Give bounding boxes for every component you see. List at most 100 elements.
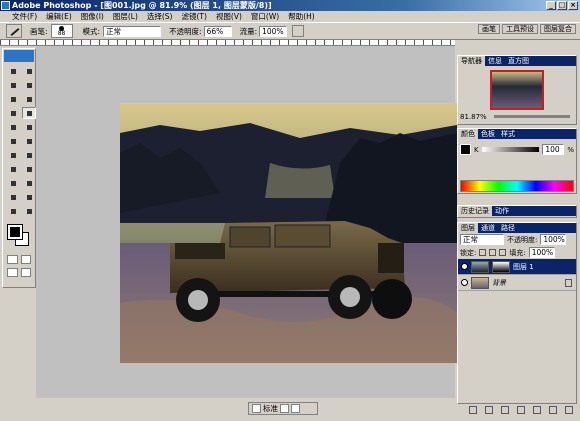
maximize-button[interactable]: □ [557, 1, 567, 10]
document-canvas[interactable] [120, 103, 457, 363]
link-layers-icon[interactable] [469, 406, 477, 414]
move-tool-icon[interactable] [22, 65, 36, 77]
screen-mode-full-icon[interactable] [20, 268, 31, 277]
layer-row[interactable]: 图层 1 [458, 259, 576, 275]
menu-select[interactable]: 选择(S) [147, 11, 173, 22]
adjustment-layer-icon[interactable] [517, 406, 525, 414]
menu-view[interactable]: 视图(V) [216, 11, 242, 22]
color-swatches [6, 223, 32, 249]
clone-stamp-tool-icon[interactable] [6, 121, 20, 133]
opacity-field[interactable]: 66% [203, 25, 232, 37]
menu-window[interactable]: 窗口(W) [251, 11, 279, 22]
shape-tool-icon[interactable] [22, 177, 36, 189]
menu-image[interactable]: 图像(I) [81, 11, 104, 22]
tab-tool-presets[interactable]: 工具预设 [502, 24, 538, 34]
menu-filter[interactable]: 滤镜(T) [182, 11, 207, 22]
tab-color[interactable]: 颜色 [458, 129, 478, 139]
new-set-icon[interactable] [533, 406, 541, 414]
path-selection-tool-icon[interactable] [6, 163, 20, 175]
history-brush-tool-icon[interactable] [22, 121, 36, 133]
brush-tool-preset-icon[interactable] [6, 24, 22, 38]
lock-label: 锁定: [460, 248, 477, 257]
hand-tool-icon[interactable] [6, 205, 20, 217]
new-layer-icon[interactable] [549, 406, 557, 414]
tab-layer-comps[interactable]: 图层复合 [540, 24, 576, 34]
trash-icon[interactable] [565, 406, 573, 414]
standard-mode-icon[interactable] [7, 255, 18, 264]
eye-icon[interactable] [461, 279, 468, 286]
notes-tool-icon[interactable] [6, 191, 20, 203]
add-mask-icon[interactable] [501, 406, 509, 414]
window-title: Adobe Photoshop - [图001.jpg @ 81.9% (图层 … [12, 1, 272, 10]
quick-mask-mode-icon[interactable] [20, 255, 31, 264]
zoom-slider[interactable] [493, 115, 570, 118]
healing-brush-tool-icon[interactable] [6, 107, 20, 119]
navigator-preview[interactable] [490, 70, 544, 110]
layer-name[interactable]: 图层 1 [513, 262, 534, 272]
tab-history[interactable]: 历史记录 [458, 206, 492, 216]
tab-swatches[interactable]: 色板 [478, 129, 498, 139]
flow-field[interactable]: 100% [259, 25, 288, 37]
airbrush-icon[interactable] [292, 25, 305, 37]
brush-picker[interactable]: 88 [50, 24, 73, 38]
menu-help[interactable]: 帮助(H) [288, 11, 315, 22]
blur-tool-icon[interactable] [6, 149, 20, 161]
navigator-zoom[interactable]: 81.87% [460, 113, 487, 121]
mode-label: 模式: [82, 26, 101, 36]
standard-screen-icon[interactable] [252, 404, 261, 413]
pen-tool-icon[interactable] [6, 177, 20, 189]
foreground-color[interactable] [7, 224, 23, 240]
toolbox-grip[interactable] [4, 50, 34, 62]
fill-field[interactable]: 100% [528, 247, 555, 258]
tab-brushes[interactable]: 画笔 [478, 24, 500, 34]
blend-mode-select[interactable]: 正常 [460, 234, 504, 245]
tab-info[interactable]: 信息 [485, 56, 505, 66]
layers-footer-icons [457, 406, 578, 418]
layer-row[interactable]: 背景 [458, 275, 576, 291]
menu-layer[interactable]: 图层(L) [113, 11, 138, 22]
tab-styles[interactable]: 样式 [498, 129, 518, 139]
tab-histogram[interactable]: 直方图 [505, 56, 532, 66]
tab-paths[interactable]: 路径 [498, 223, 518, 233]
screen-mode-standard-icon[interactable] [7, 268, 18, 277]
lasso-tool-icon[interactable] [6, 79, 20, 91]
tab-channels[interactable]: 通道 [478, 223, 498, 233]
color-spectrum[interactable] [460, 180, 574, 192]
k-value[interactable]: 100 [542, 144, 565, 155]
menu-file[interactable]: 文件(F) [12, 11, 37, 22]
type-tool-icon[interactable] [22, 163, 36, 175]
k-slider[interactable] [481, 147, 540, 152]
mode-select[interactable]: 正常 [103, 25, 162, 37]
dodge-tool-icon[interactable] [22, 149, 36, 161]
slice-tool-icon[interactable] [22, 93, 36, 105]
minimize-button[interactable]: _ [546, 1, 556, 10]
tab-layers[interactable]: 图层 [458, 223, 478, 233]
layer-name[interactable]: 背景 [492, 278, 506, 288]
eraser-tool-icon[interactable] [6, 135, 20, 147]
layer-opacity-field[interactable]: 100% [540, 234, 567, 245]
lock-position-icon[interactable] [499, 249, 507, 256]
quickmask-icon[interactable] [280, 404, 289, 413]
layer-style-icon[interactable] [485, 406, 493, 414]
tab-actions[interactable]: 动作 [492, 206, 512, 216]
opacity-label: 不透明度: [169, 26, 202, 36]
lock-transparency-icon[interactable] [479, 249, 487, 256]
eye-icon[interactable] [461, 263, 468, 270]
color-foreground-chip[interactable] [460, 144, 471, 155]
eyedropper-tool-icon[interactable] [22, 191, 36, 203]
gradient-tool-icon[interactable] [22, 135, 36, 147]
menu-edit[interactable]: 编辑(E) [46, 11, 72, 22]
marquee-tool-icon[interactable] [6, 65, 20, 77]
close-button[interactable]: × [568, 1, 578, 10]
lock-image-icon[interactable] [489, 249, 497, 256]
fullscreen-icon[interactable] [291, 404, 300, 413]
magic-wand-tool-icon[interactable] [22, 79, 36, 91]
color-channel: K [474, 145, 479, 154]
tab-navigator[interactable]: 导航器 [458, 56, 485, 66]
layer-mask-thumbnail[interactable] [492, 260, 510, 273]
zoom-tool-icon[interactable] [22, 205, 36, 217]
brush-tool-icon[interactable] [22, 107, 36, 119]
layer-opacity-label: 不透明度: [507, 235, 538, 244]
crop-tool-icon[interactable] [6, 93, 20, 105]
toolbox [2, 48, 36, 288]
